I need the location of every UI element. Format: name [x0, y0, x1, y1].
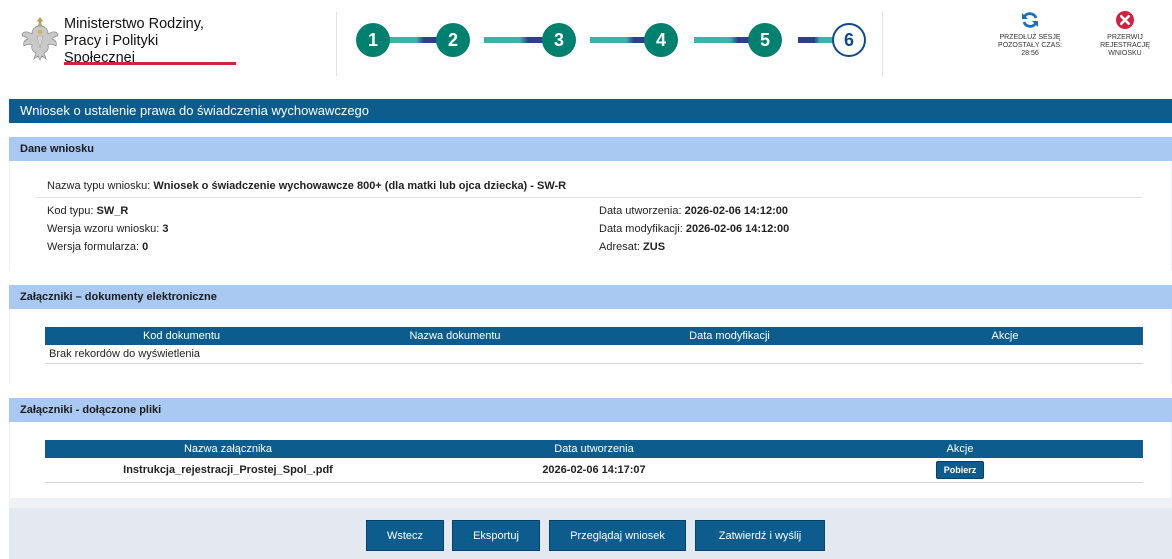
back-button[interactable]: Wstecz [366, 520, 444, 551]
step-2[interactable]: 2 [436, 23, 470, 57]
extend-session-label: PRZEDŁUŻ SESJĘ [999, 34, 1061, 41]
download-button[interactable]: Pobierz [935, 460, 985, 479]
attachment-name: Instrukcja_rejestracji_Prostej_Spol_.pdf [123, 463, 333, 476]
abort-label-line2: REJESTRACJĘ [1100, 42, 1150, 49]
section-heading-dane-wniosku: Dane wniosku [9, 137, 1172, 161]
top-bar: Ministerstwo Rodziny, Pracy i Polityki S… [0, 0, 1172, 96]
header-divider-right [882, 12, 883, 76]
attachment-date: 2026-02-06 14:17:07 [542, 463, 646, 476]
ministry-name-line1: Ministerstwo Rodziny, [64, 16, 204, 32]
data-modyfikacji-value: 2026-02-06 14:12:00 [685, 223, 790, 235]
step-1[interactable]: 1 [356, 23, 390, 57]
data-utworzenia-value: 2026-02-06 14:12:00 [684, 205, 788, 217]
column-header-nazwa-zalacznika[interactable]: Nazwa załącznika [45, 440, 411, 458]
wersja-formularza-row: Wersja formularza: 0 [47, 241, 149, 253]
close-circle-icon [1116, 11, 1134, 29]
dane-wniosku-body: Nazwa typu wniosku: Wniosek o świadczeni… [10, 161, 1171, 271]
preview-application-button[interactable]: Przeglądaj wniosek [549, 520, 686, 551]
column-header-akcje: Akcje [867, 327, 1143, 345]
zalaczniki-elektroniczne-body: Kod dokumentu Nazwa dokumentu Data modyf… [10, 309, 1171, 384]
panel-zalaczniki-elektroniczne: Załączniki – dokumenty elektroniczne Kod… [9, 285, 1172, 384]
column-header-data-utworzenia[interactable]: Data utworzenia [411, 440, 777, 458]
table-row-empty: Brak rekordów do wyświetlenia [45, 345, 1143, 363]
wersja-formularza-value: 0 [142, 241, 149, 253]
table-header-row: Nazwa załącznika Data utworzenia Akcje [45, 440, 1143, 458]
progress-steps: 1 2 3 4 5 6 [352, 23, 872, 57]
ministry-logo[interactable]: Ministerstwo Rodziny, Pracy i Polityki S… [20, 12, 236, 68]
table-header-row: Kod dokumentu Nazwa dokumentu Data modyf… [45, 327, 1143, 345]
empty-table-message: Brak rekordów do wyświetlenia [49, 347, 201, 360]
export-button[interactable]: Eksportuj [452, 520, 540, 551]
wersja-wzoru-value: 3 [162, 223, 169, 235]
abort-label-line1: PRZERWIJ [1107, 34, 1143, 41]
refresh-icon [1022, 12, 1038, 28]
section-heading-zalaczniki-elektroniczne: Załączniki – dokumenty elektroniczne [9, 285, 1172, 309]
step-3[interactable]: 3 [542, 23, 576, 57]
data-modyfikacji-row: Data modyfikacji: 2026-02-06 14:12:00 [599, 223, 790, 235]
ministry-name: Ministerstwo Rodziny, Pracy i Polityki S… [64, 16, 216, 67]
column-header-data-modyfikacji[interactable]: Data modyfikacji [592, 327, 867, 345]
section-heading-zalaczniki-pliki: Załączniki - dołączone pliki [9, 398, 1172, 422]
zalaczniki-pliki-body: Nazwa załącznika Data utworzenia Akcje I… [10, 422, 1171, 498]
remaining-time-label: POZOSTAŁY CZAS: [998, 42, 1062, 49]
adresat-row: Adresat: ZUS [599, 241, 666, 253]
data-utworzenia-row: Data utworzenia: 2026-02-06 14:12:00 [599, 205, 788, 217]
kod-typu-row: Kod typu: SW_R [47, 205, 129, 217]
wersja-wzoru-row: Wersja wzoru wniosku: 3 [47, 223, 169, 235]
panel-zalaczniki-pliki: Załączniki - dołączone pliki Nazwa załąc… [9, 398, 1172, 508]
adresat-value: ZUS [643, 241, 666, 253]
type-name-row: Nazwa typu wniosku: Wniosek o świadczeni… [47, 180, 567, 192]
submit-and-send-button[interactable]: Zatwierdź i wyślij [695, 520, 825, 551]
page-title: Wniosek o ustalenie prawa do świadczenia… [9, 99, 1172, 123]
divider [36, 197, 1142, 198]
column-header-nazwa-dokumentu[interactable]: Nazwa dokumentu [318, 327, 592, 345]
electronic-documents-table: Kod dokumentu Nazwa dokumentu Data modyf… [45, 327, 1143, 364]
step-4[interactable]: 4 [644, 23, 678, 57]
abort-label-line3: WNIOSKU [1108, 50, 1142, 57]
attachment-actions: Pobierz [777, 458, 1143, 482]
attached-files-table: Nazwa załącznika Data utworzenia Akcje I… [45, 440, 1143, 483]
type-name-value: Wniosek o świadczenie wychowawcze 800+ (… [153, 180, 567, 192]
column-header-akcje: Akcje [777, 440, 1143, 458]
remaining-time-value: 28:56 [1021, 50, 1039, 57]
extend-session-button[interactable]: PRZEDŁUŻ SESJĘ POZOSTAŁY CZAS: 28:56 [992, 10, 1068, 58]
abort-registration-button[interactable]: PRZERWIJ REJESTRACJĘ WNIOSKU [1092, 10, 1158, 58]
column-header-kod-dokumentu[interactable]: Kod dokumentu [45, 327, 318, 345]
eagle-emblem-icon [21, 17, 59, 61]
kod-typu-value: SW_R [96, 205, 129, 217]
logo-red-underline [64, 62, 236, 65]
table-row: Instrukcja_rejestracji_Prostej_Spol_.pdf… [45, 458, 1143, 482]
step-5[interactable]: 5 [748, 23, 782, 57]
header-divider-left [336, 12, 337, 76]
action-footer: Wstecz Eksportuj Przeglądaj wniosek Zatw… [9, 508, 1172, 559]
panel-dane-wniosku: Dane wniosku Nazwa typu wniosku: Wniosek… [9, 137, 1172, 271]
step-6-current: 6 [832, 23, 866, 57]
